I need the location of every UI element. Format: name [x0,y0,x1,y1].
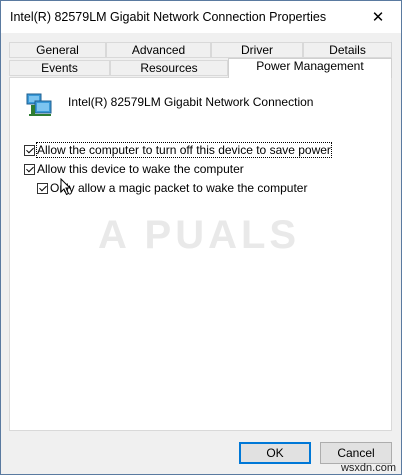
option-label: Allow this device to wake the computer [37,162,244,176]
checkbox-allow-wake[interactable] [24,163,35,175]
tab-events[interactable]: Events [9,60,110,76]
option-label: Only allow a magic packet to wake the co… [50,181,308,195]
checkbox-allow-turn-off[interactable] [24,144,35,156]
mouse-cursor-icon [60,177,72,196]
ok-button[interactable]: OK [239,442,311,464]
tab-driver[interactable]: Driver [211,42,303,58]
tab-power-management[interactable]: Power Management [228,58,392,78]
tab-details[interactable]: Details [303,42,392,58]
network-adapter-icon [25,91,55,119]
option-allow-wake[interactable]: Allow this device to wake the computer [24,162,244,176]
tab-advanced[interactable]: Advanced [106,42,211,58]
source-watermark: wsxdn.com [340,462,396,474]
tab-resources[interactable]: Resources [110,60,228,76]
device-name: Intel(R) 82579LM Gigabit Network Connect… [68,95,314,109]
close-button[interactable]: ✕ [355,1,401,33]
option-label: Allow the computer to turn off this devi… [36,142,332,158]
checkbox-magic-packet[interactable] [37,182,48,194]
cancel-button[interactable]: Cancel [320,442,392,464]
watermark-logo: A PUALS [98,213,301,257]
window-title: Intel(R) 82579LM Gigabit Network Connect… [10,10,327,24]
option-allow-turn-off[interactable]: Allow the computer to turn off this devi… [24,142,332,158]
title-bar: Intel(R) 82579LM Gigabit Network Connect… [1,1,401,33]
option-magic-packet[interactable]: Only allow a magic packet to wake the co… [37,181,307,195]
tab-general[interactable]: General [9,42,106,58]
